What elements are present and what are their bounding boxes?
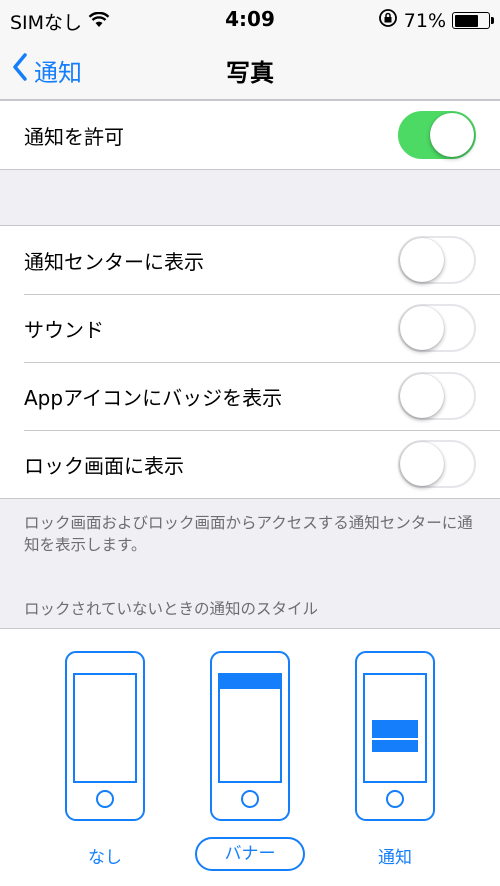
style-label-none: なし [88,848,122,868]
orientation-lock-icon [378,8,398,33]
styles-section-header: ロックされていないときの通知のスタイル [24,600,319,618]
toggle-knob [400,306,444,350]
style-option-banner[interactable]: バナー [195,651,305,871]
sound-toggle[interactable] [398,304,476,352]
notification-center-row: 通知センターに表示 [0,226,500,294]
toggle-knob [400,238,444,282]
style-label-banner: バナー [195,837,305,871]
phone-alert-icon [355,651,435,821]
sound-label: サウンド [24,317,104,342]
style-option-none[interactable]: なし [60,651,150,868]
toggle-knob [400,374,444,418]
options-group: 通知センターに表示 サウンド Appアイコンにバッジを表示 ロック画面に表示 [0,225,500,499]
footer-note: ロック画面およびロック画面からアクセスする通知センターに通知を表示します。 [24,514,473,554]
phone-none-icon [65,651,145,821]
battery-icon [452,12,494,29]
style-label-alert: 通知 [378,848,412,868]
badge-label: Appアイコンにバッジを表示 [24,385,283,410]
badge-row: Appアイコンにバッジを表示 [0,362,500,430]
allow-group: 通知を許可 [0,100,500,170]
lock-screen-row: ロック画面に表示 [0,430,500,498]
allow-notifications-label: 通知を許可 [24,124,124,149]
lock-screen-toggle[interactable] [398,440,476,488]
phone-banner-icon [210,651,290,821]
toggle-knob [400,442,444,486]
notification-center-toggle[interactable] [398,236,476,284]
allow-notifications-row: 通知を許可 [0,101,500,169]
navigation-bar: 通知 写真 [0,40,500,100]
style-option-alert[interactable]: 通知 [350,651,440,868]
page-title: 写真 [226,59,274,87]
status-right: 71% [378,8,494,33]
battery-percent: 71% [403,9,446,32]
allow-notifications-toggle[interactable] [398,111,476,159]
alert-styles-panel: なし バナー 通知 [0,628,500,886]
sound-row: サウンド [0,294,500,362]
notification-center-label: 通知センターに表示 [24,249,204,274]
status-bar: SIMなし 4:09 71% [0,0,500,40]
badge-toggle[interactable] [398,372,476,420]
toggle-knob [430,113,474,157]
lock-screen-label: ロック画面に表示 [24,453,184,478]
